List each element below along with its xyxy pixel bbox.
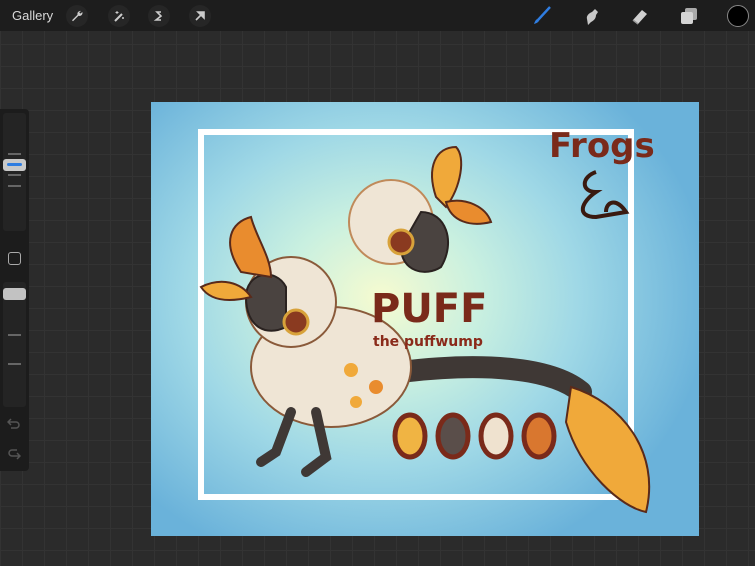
slider-tick (8, 153, 21, 155)
smudge-icon[interactable] (579, 4, 603, 28)
color-swatch[interactable] (726, 4, 750, 28)
redo-button[interactable] (7, 447, 22, 466)
undo-button[interactable] (6, 417, 21, 436)
opacity-handle[interactable] (3, 288, 26, 300)
crest (229, 215, 273, 279)
palette-swatch (392, 412, 428, 460)
signature-text: Frogs (549, 126, 655, 166)
slider-tick (8, 174, 21, 176)
opacity-slider[interactable] (3, 282, 26, 407)
gallery-button[interactable]: Gallery (12, 8, 53, 23)
wrench-icon[interactable] (66, 5, 88, 27)
tail (390, 356, 592, 403)
artwork: PUFF the puffwump Frogs (198, 126, 655, 514)
left-sidebar (0, 109, 29, 471)
slider-tick (8, 185, 21, 187)
magic-wand-icon[interactable] (108, 5, 130, 27)
color-palette (392, 412, 557, 460)
brush-size-slider[interactable] (3, 113, 26, 231)
subtitle-text: the puffwump (373, 334, 483, 350)
top-toolbar: Gallery (0, 0, 755, 31)
signature-mark (580, 170, 630, 220)
drawing-canvas[interactable]: PUFF the puffwump Frogs (151, 102, 699, 536)
slider-tick (8, 363, 21, 365)
transform-arrow-icon[interactable] (189, 5, 211, 27)
tail-tuft (564, 385, 651, 514)
palette-swatch (521, 412, 557, 460)
eraser-icon[interactable] (628, 4, 652, 28)
layers-icon[interactable] (677, 4, 701, 28)
brush-icon[interactable] (530, 4, 554, 28)
title-text: PUFF (371, 286, 487, 332)
brush-size-handle[interactable] (3, 159, 26, 171)
palette-swatch (478, 412, 514, 460)
modify-button[interactable] (8, 252, 21, 265)
slider-tick (8, 334, 21, 336)
eye (282, 308, 310, 336)
selection-icon[interactable] (148, 5, 170, 27)
palette-swatch (435, 412, 471, 460)
